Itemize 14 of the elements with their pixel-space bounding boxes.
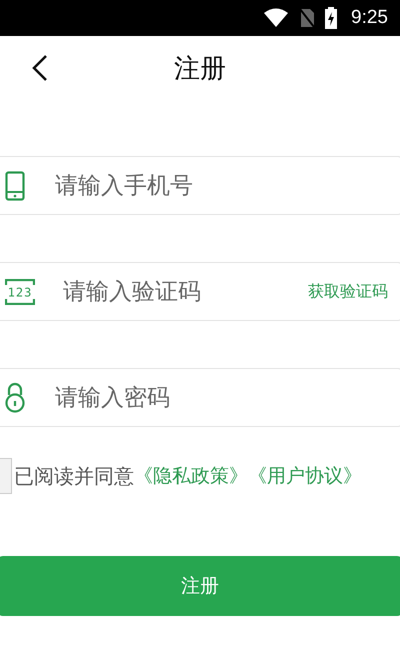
get-code-link[interactable]: 获取验证码: [308, 281, 388, 302]
status-time: 9:25: [351, 7, 388, 29]
no-sim-icon: [299, 8, 316, 28]
agreement-link[interactable]: 《隐私政策》: [134, 463, 248, 489]
page-title: 注册: [174, 52, 226, 86]
input-field[interactable]: 请输入密码: [0, 368, 400, 427]
agreement-link[interactable]: 《用户协议》: [248, 463, 362, 489]
back-button[interactable]: [30, 53, 50, 83]
input-field[interactable]: 请输入手机号: [0, 156, 400, 215]
agreement-text: 已阅读并同意: [14, 462, 134, 490]
battery-icon: [325, 7, 338, 29]
register-button[interactable]: 注册: [0, 556, 400, 616]
back-icon: [32, 55, 48, 81]
wifi-icon: [263, 8, 290, 28]
